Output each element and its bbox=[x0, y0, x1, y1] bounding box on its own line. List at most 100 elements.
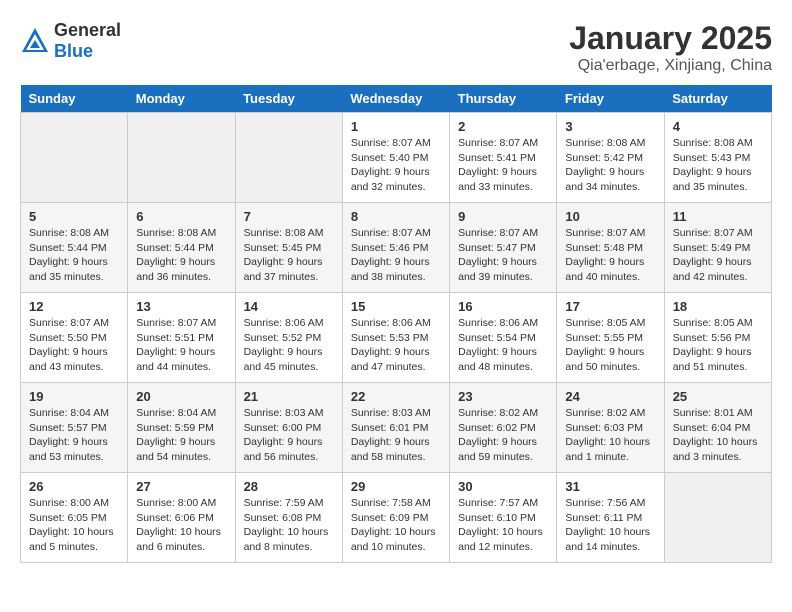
day-info: Sunrise: 7:58 AM Sunset: 6:09 PM Dayligh… bbox=[351, 496, 441, 555]
page-header: General Blue January 2025 Qia'erbage, Xi… bbox=[20, 20, 772, 75]
day-info: Sunrise: 8:06 AM Sunset: 5:53 PM Dayligh… bbox=[351, 316, 441, 375]
day-number: 25 bbox=[673, 389, 763, 404]
calendar-header: SundayMondayTuesdayWednesdayThursdayFrid… bbox=[21, 85, 772, 113]
day-number: 19 bbox=[29, 389, 119, 404]
day-info: Sunrise: 8:07 AM Sunset: 5:47 PM Dayligh… bbox=[458, 226, 548, 285]
day-number: 6 bbox=[136, 209, 226, 224]
day-info: Sunrise: 8:08 AM Sunset: 5:44 PM Dayligh… bbox=[136, 226, 226, 285]
day-info: Sunrise: 8:07 AM Sunset: 5:50 PM Dayligh… bbox=[29, 316, 119, 375]
calendar-body: 1Sunrise: 8:07 AM Sunset: 5:40 PM Daylig… bbox=[21, 113, 772, 563]
logo-text: General Blue bbox=[54, 20, 121, 62]
day-number: 9 bbox=[458, 209, 548, 224]
day-info: Sunrise: 8:04 AM Sunset: 5:57 PM Dayligh… bbox=[29, 406, 119, 465]
weekday-header-tuesday: Tuesday bbox=[235, 85, 342, 113]
day-number: 3 bbox=[565, 119, 655, 134]
day-number: 11 bbox=[673, 209, 763, 224]
day-info: Sunrise: 8:08 AM Sunset: 5:44 PM Dayligh… bbox=[29, 226, 119, 285]
day-number: 22 bbox=[351, 389, 441, 404]
calendar-cell: 2Sunrise: 8:07 AM Sunset: 5:41 PM Daylig… bbox=[450, 113, 557, 203]
day-number: 7 bbox=[244, 209, 334, 224]
day-info: Sunrise: 8:05 AM Sunset: 5:55 PM Dayligh… bbox=[565, 316, 655, 375]
calendar-cell: 30 Sunrise: 7:57 AM Sunset: 6:10 PM Dayli… bbox=[450, 473, 557, 563]
day-info: Sunrise: 8:07 AM Sunset: 5:48 PM Dayligh… bbox=[565, 226, 655, 285]
day-info: Sunrise: 7:59 AM Sunset: 6:08 PM Dayligh… bbox=[244, 496, 334, 555]
calendar-cell: 4Sunrise: 8:08 AM Sunset: 5:43 PM Daylig… bbox=[664, 113, 771, 203]
calendar-cell: 10 Sunrise: 8:07 AM Sunset: 5:48 PM Dayli… bbox=[557, 203, 664, 293]
calendar-week-4: 19 Sunrise: 8:04 AM Sunset: 5:57 PM Dayli… bbox=[21, 383, 772, 473]
day-info: Sunrise: 8:06 AM Sunset: 5:52 PM Dayligh… bbox=[244, 316, 334, 375]
calendar-cell: 28 Sunrise: 7:59 AM Sunset: 6:08 PM Dayli… bbox=[235, 473, 342, 563]
calendar-cell: 8Sunrise: 8:07 AM Sunset: 5:46 PM Daylig… bbox=[342, 203, 449, 293]
calendar-cell: 7 Sunrise: 8:08 AM Sunset: 5:45 PM Daylig… bbox=[235, 203, 342, 293]
month-title: January 2025 bbox=[569, 20, 772, 57]
calendar-cell: 20Sunrise: 8:04 AM Sunset: 5:59 PM Dayli… bbox=[128, 383, 235, 473]
calendar-cell: 22Sunrise: 8:03 AM Sunset: 6:01 PM Dayli… bbox=[342, 383, 449, 473]
day-info: Sunrise: 8:05 AM Sunset: 5:56 PM Dayligh… bbox=[673, 316, 763, 375]
day-number: 18 bbox=[673, 299, 763, 314]
calendar-cell: 14 Sunrise: 8:06 AM Sunset: 5:52 PM Dayli… bbox=[235, 293, 342, 383]
weekday-header-thursday: Thursday bbox=[450, 85, 557, 113]
day-info: Sunrise: 7:56 AM Sunset: 6:11 PM Dayligh… bbox=[565, 496, 655, 555]
calendar-cell: 3 Sunrise: 8:08 AM Sunset: 5:42 PM Daylig… bbox=[557, 113, 664, 203]
day-info: Sunrise: 8:08 AM Sunset: 5:43 PM Dayligh… bbox=[673, 136, 763, 195]
day-number: 31 bbox=[565, 479, 655, 494]
day-number: 16 bbox=[458, 299, 548, 314]
calendar-cell bbox=[664, 473, 771, 563]
day-number: 20 bbox=[136, 389, 226, 404]
calendar-cell: 18 Sunrise: 8:05 AM Sunset: 5:56 PM Dayli… bbox=[664, 293, 771, 383]
day-number: 29 bbox=[351, 479, 441, 494]
day-number: 24 bbox=[565, 389, 655, 404]
calendar-cell: 11Sunrise: 8:07 AM Sunset: 5:49 PM Dayli… bbox=[664, 203, 771, 293]
calendar-cell: 6 Sunrise: 8:08 AM Sunset: 5:44 PM Daylig… bbox=[128, 203, 235, 293]
day-number: 17 bbox=[565, 299, 655, 314]
day-number: 10 bbox=[565, 209, 655, 224]
calendar-cell: 5Sunrise: 8:08 AM Sunset: 5:44 PM Daylig… bbox=[21, 203, 128, 293]
day-info: Sunrise: 8:03 AM Sunset: 6:00 PM Dayligh… bbox=[244, 406, 334, 465]
day-number: 13 bbox=[136, 299, 226, 314]
calendar-cell: 21Sunrise: 8:03 AM Sunset: 6:00 PM Dayli… bbox=[235, 383, 342, 473]
day-number: 14 bbox=[244, 299, 334, 314]
calendar-cell: 26 Sunrise: 8:00 AM Sunset: 6:05 PM Dayli… bbox=[21, 473, 128, 563]
logo-blue: Blue bbox=[54, 41, 93, 61]
calendar-cell: 9 Sunrise: 8:07 AM Sunset: 5:47 PM Daylig… bbox=[450, 203, 557, 293]
weekday-row: SundayMondayTuesdayWednesdayThursdayFrid… bbox=[21, 85, 772, 113]
day-info: Sunrise: 8:08 AM Sunset: 5:42 PM Dayligh… bbox=[565, 136, 655, 195]
calendar-cell: 16 Sunrise: 8:06 AM Sunset: 5:54 PM Dayli… bbox=[450, 293, 557, 383]
day-info: Sunrise: 8:02 AM Sunset: 6:02 PM Dayligh… bbox=[458, 406, 548, 465]
calendar-cell: 24 Sunrise: 8:02 AM Sunset: 6:03 PM Dayli… bbox=[557, 383, 664, 473]
day-number: 27 bbox=[136, 479, 226, 494]
calendar-table: SundayMondayTuesdayWednesdayThursdayFrid… bbox=[20, 85, 772, 563]
calendar-cell: 23 Sunrise: 8:02 AM Sunset: 6:02 PM Dayli… bbox=[450, 383, 557, 473]
weekday-header-friday: Friday bbox=[557, 85, 664, 113]
day-number: 30 bbox=[458, 479, 548, 494]
day-info: Sunrise: 8:02 AM Sunset: 6:03 PM Dayligh… bbox=[565, 406, 655, 465]
calendar-week-2: 5Sunrise: 8:08 AM Sunset: 5:44 PM Daylig… bbox=[21, 203, 772, 293]
weekday-header-wednesday: Wednesday bbox=[342, 85, 449, 113]
calendar-week-1: 1Sunrise: 8:07 AM Sunset: 5:40 PM Daylig… bbox=[21, 113, 772, 203]
calendar-cell: 29 Sunrise: 7:58 AM Sunset: 6:09 PM Dayli… bbox=[342, 473, 449, 563]
weekday-header-sunday: Sunday bbox=[21, 85, 128, 113]
day-number: 23 bbox=[458, 389, 548, 404]
day-number: 8 bbox=[351, 209, 441, 224]
calendar-cell: 25 Sunrise: 8:01 AM Sunset: 6:04 PM Dayli… bbox=[664, 383, 771, 473]
day-number: 12 bbox=[29, 299, 119, 314]
day-info: Sunrise: 8:01 AM Sunset: 6:04 PM Dayligh… bbox=[673, 406, 763, 465]
calendar-cell: 31 Sunrise: 7:56 AM Sunset: 6:11 PM Dayli… bbox=[557, 473, 664, 563]
calendar-cell: 12 Sunrise: 8:07 AM Sunset: 5:50 PM Dayli… bbox=[21, 293, 128, 383]
calendar-cell bbox=[21, 113, 128, 203]
day-info: Sunrise: 8:00 AM Sunset: 6:05 PM Dayligh… bbox=[29, 496, 119, 555]
day-info: Sunrise: 8:00 AM Sunset: 6:06 PM Dayligh… bbox=[136, 496, 226, 555]
day-info: Sunrise: 8:06 AM Sunset: 5:54 PM Dayligh… bbox=[458, 316, 548, 375]
day-info: Sunrise: 8:08 AM Sunset: 5:45 PM Dayligh… bbox=[244, 226, 334, 285]
calendar-week-3: 12 Sunrise: 8:07 AM Sunset: 5:50 PM Dayli… bbox=[21, 293, 772, 383]
weekday-header-monday: Monday bbox=[128, 85, 235, 113]
calendar-cell: 13 Sunrise: 8:07 AM Sunset: 5:51 PM Dayli… bbox=[128, 293, 235, 383]
calendar-cell: 15Sunrise: 8:06 AM Sunset: 5:53 PM Dayli… bbox=[342, 293, 449, 383]
day-number: 28 bbox=[244, 479, 334, 494]
weekday-header-saturday: Saturday bbox=[664, 85, 771, 113]
day-info: Sunrise: 7:57 AM Sunset: 6:10 PM Dayligh… bbox=[458, 496, 548, 555]
calendar-cell bbox=[235, 113, 342, 203]
day-info: Sunrise: 8:07 AM Sunset: 5:40 PM Dayligh… bbox=[351, 136, 441, 195]
day-number: 26 bbox=[29, 479, 119, 494]
day-info: Sunrise: 8:07 AM Sunset: 5:51 PM Dayligh… bbox=[136, 316, 226, 375]
